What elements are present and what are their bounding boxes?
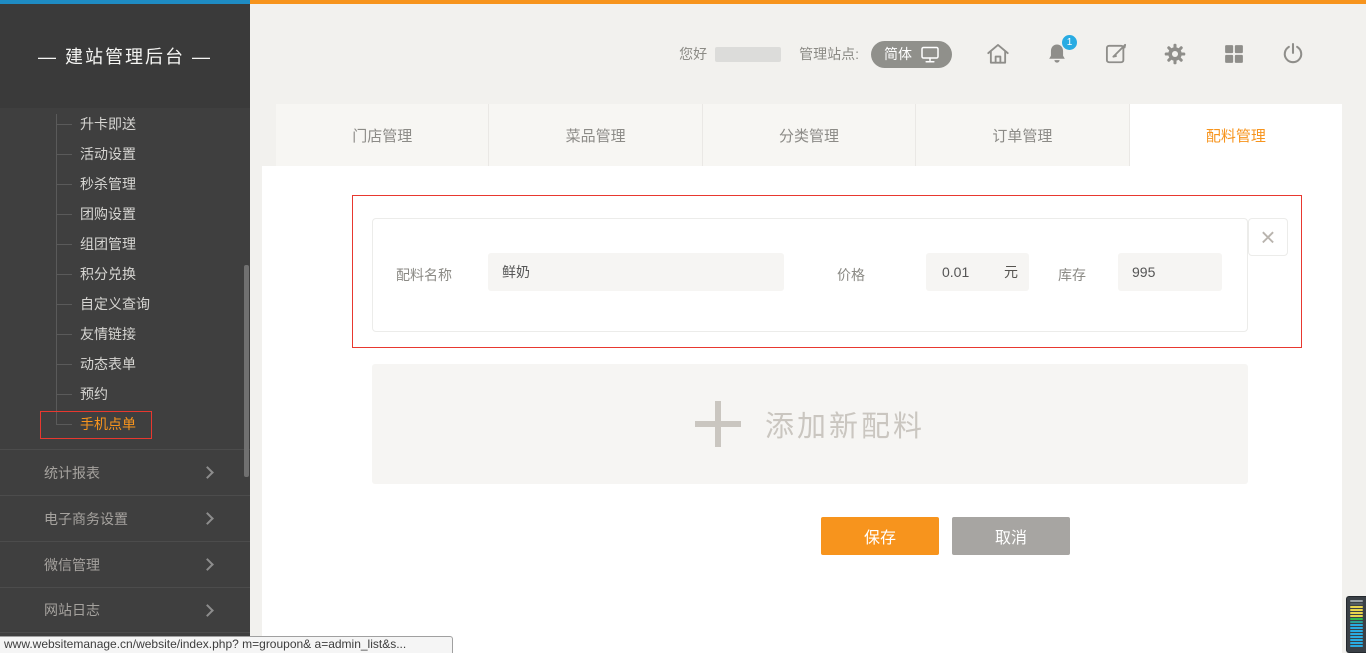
cancel-button[interactable]: 取消	[952, 517, 1070, 555]
stock-label: 库存	[1058, 265, 1086, 285]
sidebar-item-card-gift[interactable]: 升卡即送	[0, 109, 250, 139]
sidebar-section-logs[interactable]: 网站日志	[0, 587, 250, 633]
save-button[interactable]: 保存	[821, 517, 939, 555]
section-label: 统计报表	[44, 463, 100, 483]
gear-icon[interactable]	[1162, 41, 1188, 67]
notification-badge: 1	[1062, 35, 1077, 50]
sidebar-annotation-box	[40, 411, 152, 439]
app-title: — 建站管理后台 —	[0, 4, 250, 108]
ingredient-name-label: 配料名称	[396, 265, 452, 285]
chevron-right-icon	[201, 466, 214, 479]
close-button[interactable]: ×	[1248, 218, 1288, 256]
add-ingredient-button[interactable]: 添加新配料	[372, 364, 1248, 484]
sidebar-section-ecommerce[interactable]: 电子商务设置	[0, 495, 250, 541]
browser-status-bar: www.websitemanage.cn/website/index.php? …	[0, 636, 453, 653]
sidebar-item-dynamic-form[interactable]: 动态表单	[0, 349, 250, 379]
language-pill[interactable]: 简体	[871, 41, 952, 68]
ingredient-name-input[interactable]	[488, 253, 784, 291]
username-redacted	[715, 47, 781, 62]
sidebar-scrollbar[interactable]	[244, 265, 249, 477]
price-field: 元	[926, 253, 1029, 291]
language-label: 简体	[884, 44, 912, 64]
tab-order-management[interactable]: 订单管理	[916, 104, 1129, 166]
sidebar-item-groupbuy[interactable]: 团购设置	[0, 199, 250, 229]
chevron-right-icon	[201, 512, 214, 525]
greeting-text: 您好	[679, 44, 707, 64]
sidebar-submenu: 升卡即送 活动设置 秒杀管理 团购设置 组团管理 积分兑换 自定义查询 友情链接…	[0, 109, 250, 439]
tab-ingredient-management[interactable]: 配料管理	[1130, 104, 1342, 166]
chevron-right-icon	[201, 604, 214, 617]
add-ingredient-label: 添加新配料	[765, 403, 925, 445]
compose-icon[interactable]	[1103, 41, 1129, 67]
section-label: 微信管理	[44, 555, 100, 575]
section-label: 网站日志	[44, 600, 100, 620]
tab-store-management[interactable]: 门店管理	[276, 104, 489, 166]
sidebar-section-stats[interactable]: 统计报表	[0, 449, 250, 495]
price-unit: 元	[1004, 262, 1029, 282]
price-label: 价格	[837, 265, 865, 285]
home-icon[interactable]	[985, 41, 1011, 67]
sidebar-section-wechat[interactable]: 微信管理	[0, 541, 250, 587]
monitor-icon	[921, 46, 939, 63]
apps-grid-icon[interactable]	[1221, 41, 1247, 67]
sidebar-item-custom-query[interactable]: 自定义查询	[0, 289, 250, 319]
sidebar: — 建站管理后台 — 升卡即送 活动设置 秒杀管理 团购设置 组团管理 积分兑换…	[0, 4, 250, 653]
sidebar-item-points[interactable]: 积分兑换	[0, 259, 250, 289]
tab-category-management[interactable]: 分类管理	[703, 104, 916, 166]
bell-icon[interactable]: 1	[1044, 41, 1070, 67]
sidebar-item-activity[interactable]: 活动设置	[0, 139, 250, 169]
site-label: 管理站点:	[799, 44, 859, 64]
sidebar-item-seckill[interactable]: 秒杀管理	[0, 169, 250, 199]
stock-input[interactable]	[1118, 253, 1222, 291]
section-label: 电子商务设置	[44, 509, 128, 529]
tab-bar: 门店管理 菜品管理 分类管理 订单管理 配料管理	[276, 104, 1342, 166]
sidebar-sections: 统计报表 电子商务设置 微信管理 网站日志	[0, 449, 250, 633]
sidebar-item-links[interactable]: 友情链接	[0, 319, 250, 349]
corner-widget-stripes	[1350, 600, 1363, 647]
plus-icon	[695, 401, 741, 447]
power-icon[interactable]	[1280, 41, 1306, 67]
chevron-right-icon	[201, 558, 214, 571]
content-panel: × 配料名称 价格 元 库存 添加新配料 保存 取消	[262, 166, 1342, 653]
header: 您好 管理站点: 简体 1	[250, 4, 1366, 104]
price-input[interactable]	[926, 264, 984, 280]
sidebar-item-group-manage[interactable]: 组团管理	[0, 229, 250, 259]
sidebar-item-reservation[interactable]: 预约	[0, 379, 250, 409]
corner-widget[interactable]	[1346, 596, 1366, 653]
tab-dish-management[interactable]: 菜品管理	[489, 104, 702, 166]
